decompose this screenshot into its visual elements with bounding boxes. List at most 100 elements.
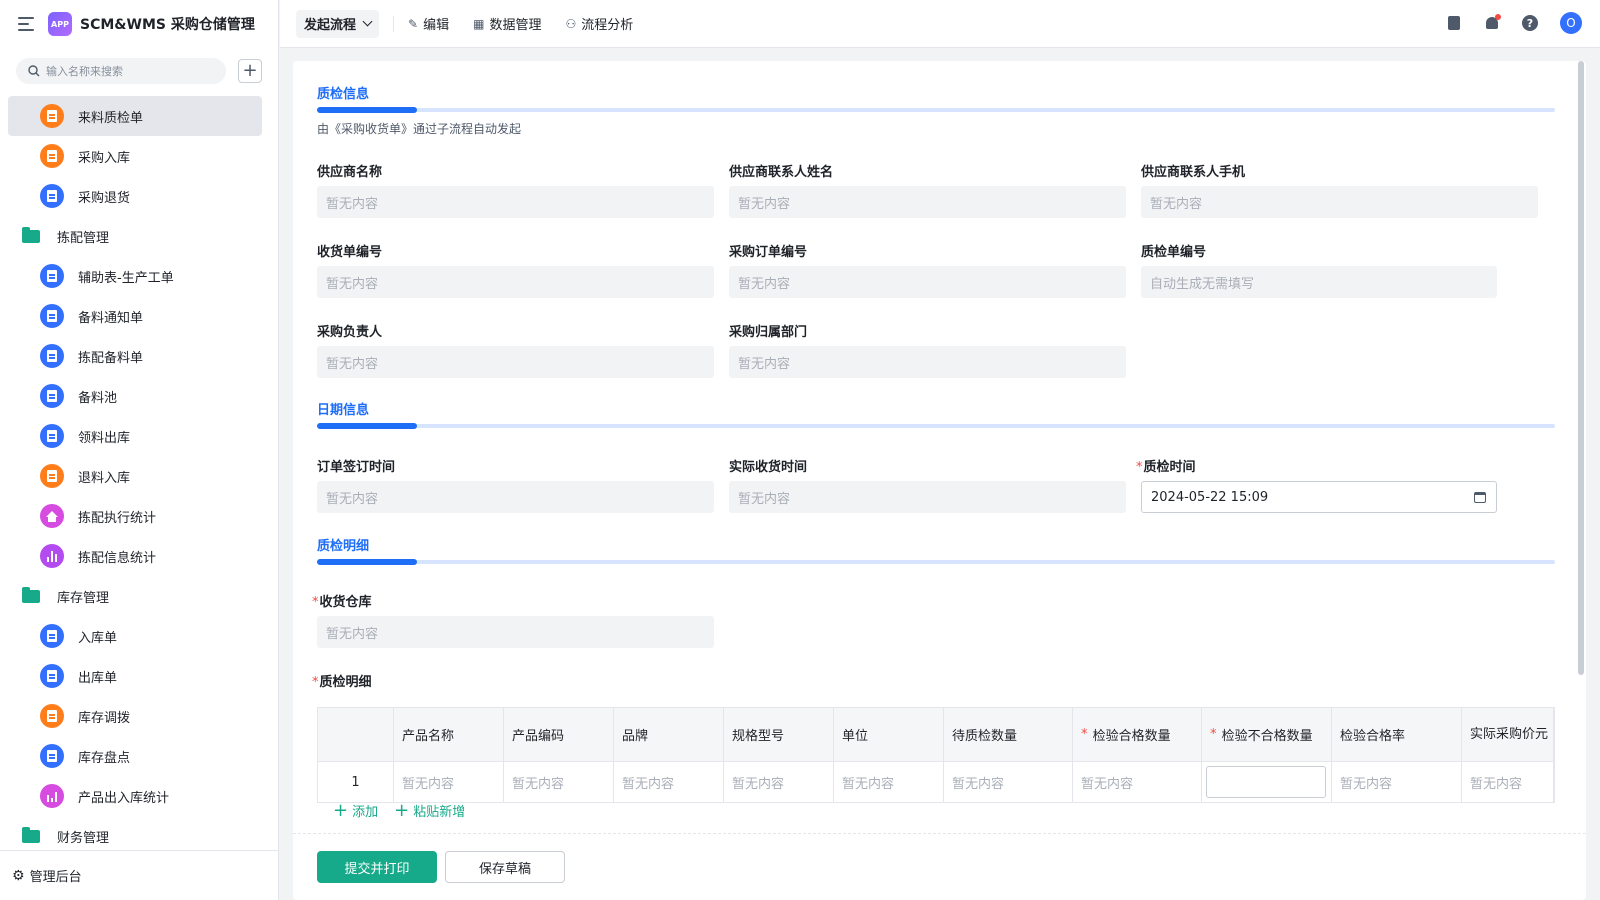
table-icon: ▦ — [473, 16, 485, 31]
table-header-label: 检验不合格数量 — [1221, 729, 1313, 744]
table-cell[interactable]: 暂无内容 — [614, 762, 724, 802]
submit-print-button[interactable]: 提交并打印 — [317, 851, 437, 883]
table-actions: + 添加 + 粘贴新增 — [333, 801, 465, 820]
save-draft-button[interactable]: 保存草稿 — [445, 851, 565, 883]
avatar[interactable]: O — [1560, 12, 1582, 34]
sidebar-item-picking-list[interactable]: 拣配备料单 — [8, 336, 262, 376]
field-label: 采购归属部门 — [729, 325, 808, 340]
folder-icon — [22, 826, 40, 843]
search-icon — [28, 65, 40, 77]
form-icon — [40, 144, 64, 168]
doc-icon — [40, 384, 64, 408]
scrollbar[interactable] — [1578, 61, 1584, 675]
launch-process-dropdown[interactable]: 发起流程 — [296, 9, 380, 38]
sidebar-item-label: 退料入库 — [78, 470, 131, 486]
order-date-value: 暂无内容 — [317, 481, 714, 513]
book-icon[interactable] — [1446, 15, 1462, 31]
sidebar-item-label: 产品出入库统计 — [78, 790, 170, 806]
qc-time-picker[interactable]: 2024-05-22 15:09 — [1141, 481, 1497, 513]
unqualified-qty-input[interactable] — [1206, 766, 1326, 798]
sidebar-group-picking[interactable]: 拣配管理 — [8, 216, 262, 256]
app-logo: APP — [48, 12, 72, 36]
sidebar-item-material-notice[interactable]: 备料通知单 — [8, 296, 262, 336]
flow-analysis-button[interactable]: ⚇ 流程分析 — [565, 14, 633, 34]
table-header: 规格型号 — [724, 708, 834, 762]
add-row-button[interactable]: + 添加 — [333, 801, 378, 820]
add-row-label: 添加 — [352, 805, 379, 820]
sidebar-item-purchase-return[interactable]: 采购退货 — [8, 176, 262, 216]
add-icon[interactable]: + — [238, 59, 262, 83]
sidebar-item-inbound-order[interactable]: 入库单 — [8, 616, 262, 656]
sidebar-item-label: 拣配备料单 — [78, 350, 144, 366]
menu-icon[interactable] — [18, 17, 34, 31]
table-cell[interactable]: 暂无内容 — [944, 762, 1073, 802]
home-icon — [40, 504, 64, 528]
sidebar-item-picking-exec-stats[interactable]: 拣配执行统计 — [8, 496, 262, 536]
table-grid: 产品名称 产品编码 品牌 规格型号 单位 待质检数量 * 检验合格数量 * 检验… — [318, 708, 1554, 802]
search-input[interactable] — [46, 64, 196, 78]
launch-process-label: 发起流程 — [304, 18, 357, 33]
sidebar-item-stocktake[interactable]: 库存盘点 — [8, 736, 262, 776]
receive-date-value: 暂无内容 — [729, 481, 1126, 513]
required-mark: * — [1210, 727, 1221, 742]
section-description: 由《采购收货单》通过子流程自动发起 — [317, 122, 522, 136]
required-mark: * — [1081, 727, 1092, 742]
sidebar-item-incoming-qc[interactable]: 来料质检单 — [8, 96, 262, 136]
section-qc-detail: 质检明细 — [317, 535, 1555, 565]
sidebar-item-material-outbound[interactable]: 领料出库 — [8, 416, 262, 456]
table-header-index — [318, 708, 394, 762]
search-box[interactable] — [16, 58, 226, 84]
sidebar-item-label: 库存调拨 — [78, 710, 131, 726]
sidebar-item-label: 备料通知单 — [78, 310, 144, 326]
doc-icon — [40, 664, 64, 688]
table-cell[interactable]: 暂无内容 — [1332, 762, 1462, 802]
sidebar-item-purchase-inbound[interactable]: 采购入库 — [8, 136, 262, 176]
required-mark: * — [312, 595, 319, 610]
bell-icon[interactable] — [1484, 14, 1501, 31]
edit-button[interactable]: ✎ 编辑 — [408, 14, 450, 34]
form-icon — [40, 704, 64, 728]
receipt-no-value: 暂无内容 — [317, 266, 714, 298]
warehouse-label: 收货仓库 — [319, 595, 372, 610]
table-cell[interactable]: 暂无内容 — [394, 762, 504, 802]
qc-detail-table-label: 质检明细 — [319, 675, 372, 690]
admin-console-link[interactable]: ⚙ 管理后台 — [0, 850, 278, 900]
section-title: 日期信息 — [317, 403, 370, 418]
help-icon[interactable]: ? — [1522, 15, 1538, 31]
flow-icon: ⚇ — [565, 16, 577, 31]
paste-add-label: 粘贴新增 — [413, 805, 466, 820]
edit-label: 编辑 — [423, 18, 450, 33]
table-header: * 检验不合格数量 — [1202, 708, 1332, 762]
doc-icon — [40, 344, 64, 368]
section-date-info: 日期信息 — [317, 399, 1555, 429]
supplier-contact-value: 暂无内容 — [729, 186, 1126, 218]
pencil-icon: ✎ — [408, 16, 419, 31]
sidebar-item-return-inbound[interactable]: 退料入库 — [8, 456, 262, 496]
warehouse-value[interactable]: 暂无内容 — [317, 616, 714, 648]
sidebar-group-inventory[interactable]: 库存管理 — [8, 576, 262, 616]
data-management-button[interactable]: ▦ 数据管理 — [473, 14, 542, 34]
doc-icon — [40, 304, 64, 328]
section-underline — [317, 423, 1555, 429]
data-management-label: 数据管理 — [489, 18, 542, 33]
table-cell[interactable]: 暂无内容 — [724, 762, 834, 802]
folder-icon — [22, 586, 40, 603]
sidebar-item-label: 入库单 — [78, 630, 118, 646]
table-cell[interactable]: 暂无内容 — [504, 762, 614, 802]
sidebar-item-product-io-stats[interactable]: 产品出入库统计 — [8, 776, 262, 816]
sidebar-item-inventory-transfer[interactable]: 库存调拨 — [8, 696, 262, 736]
sidebar-item-outbound-order[interactable]: 出库单 — [8, 656, 262, 696]
sidebar-item-label: 领料出库 — [78, 430, 131, 446]
sidebar-item-picking-info-stats[interactable]: 拣配信息统计 — [8, 536, 262, 576]
sidebar-item-label: 出库单 — [78, 670, 118, 686]
sidebar-item-label: 拣配管理 — [57, 230, 110, 246]
sidebar-item-material-pool[interactable]: 备料池 — [8, 376, 262, 416]
calendar-icon[interactable] — [1474, 491, 1486, 503]
paste-add-button[interactable]: + 粘贴新增 — [394, 801, 465, 820]
table-cell[interactable]: 暂无内容 — [1073, 762, 1202, 802]
table-cell[interactable]: 暂无内容 — [834, 762, 944, 802]
field-qc-time: *质检时间 2024-05-22 15:09 — [1136, 456, 1497, 513]
sidebar-item-work-order[interactable]: 辅助表-生产工单 — [8, 256, 262, 296]
table-cell[interactable]: 暂无内容 — [1462, 762, 1554, 802]
field-purchase-dept: 采购归属部门 暂无内容 — [729, 321, 1126, 378]
